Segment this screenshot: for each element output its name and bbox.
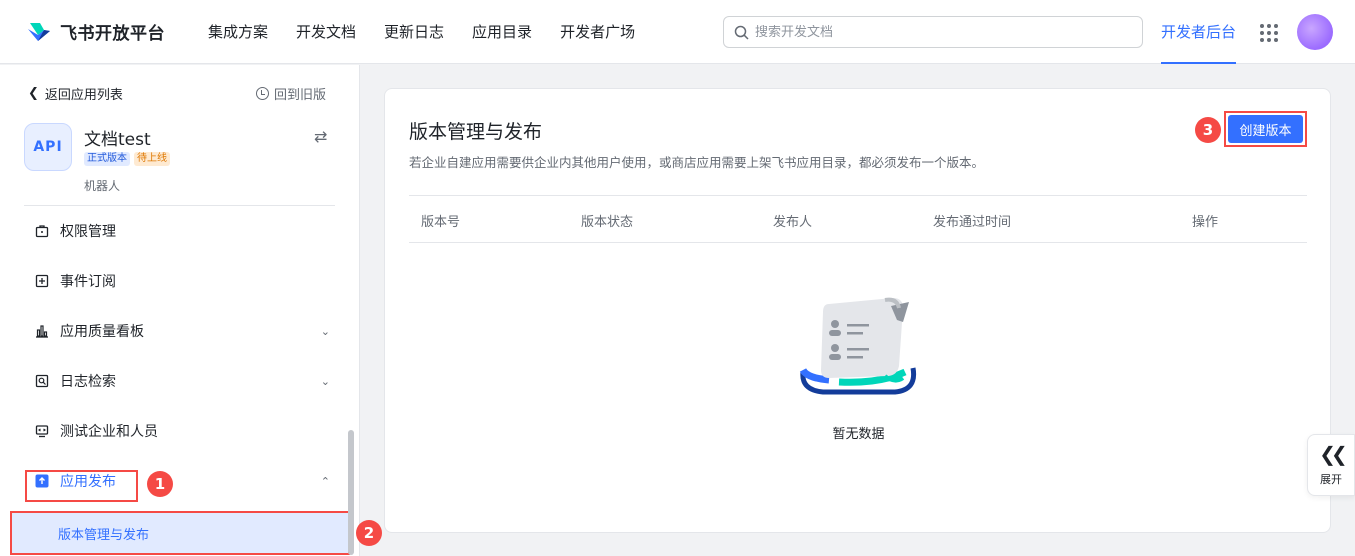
pending-badge: 待上线 [134,152,170,166]
sidebar-item-events[interactable]: 事件订阅 [24,262,344,300]
expand-panel-button[interactable]: ❮❮ 展开 [1307,434,1355,496]
release-badge: 正式版本 [84,152,130,166]
chevron-left-icon: ❮ [28,86,39,101]
developer-console-tab[interactable]: 开发者后台 [1161,0,1237,64]
sidebar-item-label: 日志检索 [60,374,116,390]
column-status: 版本状态 [581,215,634,230]
sidebar-item-label: 权限管理 [60,224,116,240]
double-chevron-left-icon: ❮❮ [1319,442,1347,466]
nav-item-app-directory[interactable]: 应用目录 [472,21,532,42]
history-icon [256,87,269,100]
highlight-box-create-version: 创建版本 [1224,111,1307,147]
sidebar-item-label: 事件订阅 [60,274,116,290]
nav-item-developer-square[interactable]: 开发者广场 [560,21,635,42]
nav-item-docs[interactable]: 开发文档 [296,21,356,42]
step-marker-2: 2 [356,520,382,546]
empty-state-text: 暂无数据 [832,427,885,442]
app-icon: API [24,123,72,171]
sidebar-item-label: 应用质量看板 [60,324,144,340]
page-description: 若企业自建应用需要供企业内其他用户使用，或商店应用需要上架飞书应用目录，都必须发… [409,155,985,170]
event-icon [34,273,50,289]
sidebar-item-label: 测试企业和人员 [60,424,158,440]
version-management-card: 版本管理与发布 若企业自建应用需要供企业内其他用户使用，或商店应用需要上架飞书应… [384,88,1331,533]
main-nav: 集成方案 开发文档 更新日志 应用目录 开发者广场 [208,21,663,42]
search-box[interactable] [723,16,1143,48]
sidebar: ❮ 返回应用列表 回到旧版 API 文档test ⇄ 正式版本 待上线 机器人 … [0,65,382,556]
column-approved-time: 发布通过时间 [933,215,1012,230]
sidebar-item-log-search[interactable]: 日志检索 ⌄ [24,362,344,400]
table-header: 版本号 版本状态 发布人 发布通过时间 操作 [409,195,1307,243]
step-marker-3: 3 [1195,117,1221,143]
top-navigation-bar: 飞书开放平台 集成方案 开发文档 更新日志 应用目录 开发者广场 开发者后台 [0,0,1355,64]
chevron-up-icon: ⌃ [320,474,330,488]
logo-text: 飞书开放平台 [60,24,165,44]
search-input[interactable] [755,24,1115,40]
feishu-logo-icon [28,22,50,41]
log-search-icon [34,373,50,389]
chevron-down-icon: ⌄ [320,324,330,338]
avatar[interactable] [1297,14,1333,50]
search-icon [734,25,749,40]
sidebar-item-permissions[interactable]: 权限管理 [24,212,344,250]
divider [24,205,335,206]
return-old-version[interactable]: 回到旧版 [256,84,326,103]
permission-icon [34,223,50,239]
sidebar-scrollbar[interactable] [348,430,354,555]
highlight-box-app-publish [25,470,138,502]
sidebar-subitem-version-management[interactable]: 版本管理与发布 [10,511,350,555]
app-name: 文档test [84,130,151,150]
create-version-button[interactable]: 创建版本 [1228,115,1303,143]
nav-item-changelog[interactable]: 更新日志 [384,21,444,42]
old-version-label: 回到旧版 [274,88,327,103]
expand-label: 展开 [1320,473,1342,486]
step-marker-1: 1 [147,471,173,497]
column-actions: 操作 [1192,215,1219,230]
sidebar-item-test-users[interactable]: 测试企业和人员 [24,412,344,450]
column-publisher: 发布人 [773,215,813,230]
switch-app-icon[interactable]: ⇄ [314,127,327,146]
page-title: 版本管理与发布 [409,121,543,143]
app-badges: 正式版本 待上线 [84,152,174,166]
back-to-app-list[interactable]: ❮ 返回应用列表 [28,84,123,103]
test-icon [34,423,50,439]
sidebar-item-quality-board[interactable]: 应用质量看板 ⌄ [24,312,344,350]
chart-icon [34,323,50,339]
app-grid-icon[interactable] [1260,24,1278,42]
empty-state-illustration [799,297,917,395]
nav-item-solutions[interactable]: 集成方案 [208,21,268,42]
column-version: 版本号 [421,215,461,230]
back-label: 返回应用列表 [44,88,123,103]
chevron-down-icon: ⌄ [320,374,330,388]
logo[interactable]: 飞书开放平台 [26,19,184,44]
app-type: 机器人 [84,179,121,193]
